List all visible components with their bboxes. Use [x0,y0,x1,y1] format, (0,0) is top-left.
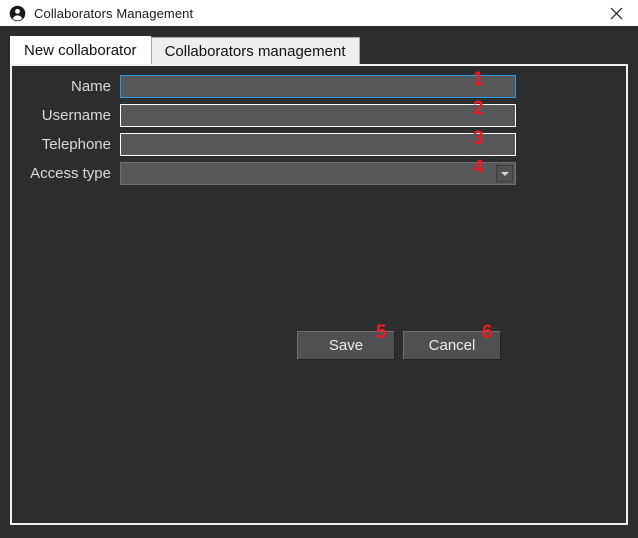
collaborators-management-window: Collaborators Management New collaborato… [0,0,638,538]
window-title: Collaborators Management [34,5,194,21]
username-label: Username [41,107,111,124]
tab-content-panel: Name Username Telephone Access type Save… [10,64,628,525]
username-input[interactable] [120,104,516,127]
new-collaborator-form: Name Username Telephone Access type [20,75,516,191]
chevron-down-icon[interactable] [496,165,513,182]
form-row-name: Name [20,75,516,98]
name-label: Name [70,78,111,95]
access-type-select[interactable] [120,162,516,185]
close-glyph [610,7,622,19]
tab-new-collaborator-label: New collaborator [24,42,137,59]
form-row-username: Username [20,104,516,127]
save-button[interactable]: Save [297,331,395,360]
title-bar: Collaborators Management [0,0,638,26]
tab-new-collaborator[interactable]: New collaborator [10,36,151,65]
close-icon[interactable] [594,0,638,26]
tab-strip: New collaborator Collaborators managemen… [10,36,360,65]
user-account-icon [9,5,26,21]
tab-collaborators-management[interactable]: Collaborators management [150,37,360,64]
access-type-label: Access type [30,165,111,182]
cancel-button[interactable]: Cancel [403,331,501,360]
form-row-access-type: Access type [20,162,516,185]
form-actions: Save Cancel [297,331,501,360]
tab-collaborators-management-label: Collaborators management [164,42,346,60]
telephone-input[interactable] [120,133,516,156]
form-row-telephone: Telephone [20,133,516,156]
telephone-label: Telephone [41,136,111,153]
name-input[interactable] [120,75,516,98]
